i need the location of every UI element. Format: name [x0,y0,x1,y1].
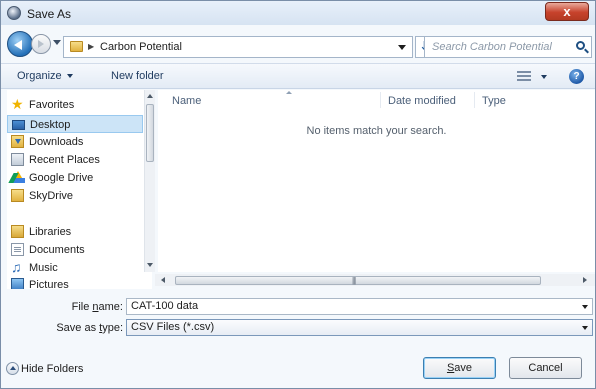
nav-item-label: Recent Places [29,154,100,166]
nav-item-skydrive[interactable]: SkyDrive [7,187,143,205]
chevron-up-icon [6,362,19,375]
view-options-caret-icon[interactable] [541,75,547,79]
close-button[interactable]: x [545,2,589,21]
star-icon: ★ [11,96,24,112]
libraries-icon [11,225,24,238]
navigation-pane: ★ Favorites Desktop Downloads Recent Pla… [7,90,152,289]
file-name-label: File name: [39,301,123,313]
file-name-field[interactable]: CAT-100 data [126,298,593,315]
folder-icon [70,41,83,52]
downloads-icon [11,135,24,148]
organize-label: Organize [17,70,62,82]
breadcrumb-separator-icon[interactable]: ▶ [88,42,94,51]
scrollbar-thumb[interactable] [146,104,154,162]
nav-item-label: Pictures [29,279,69,289]
address-dropdown-icon[interactable] [398,45,406,50]
save-label: ave [454,362,473,374]
nav-item-label: Desktop [30,119,71,131]
hide-folders-label: Hide Folders [21,363,84,375]
nav-favorites[interactable]: ★ Favorites [7,96,143,114]
nav-favorites-label: Favorites [29,99,75,111]
scroll-left-icon[interactable] [161,277,165,283]
forward-button[interactable] [31,34,51,54]
sort-ascending-icon [286,91,292,94]
nav-libraries[interactable]: Libraries [7,223,143,241]
nav-item-desktop[interactable]: Desktop [7,115,143,133]
nav-item-label: Documents [29,244,85,256]
grip-icon: ||| [352,276,356,285]
scroll-down-icon[interactable] [147,263,153,267]
address-bar[interactable]: ▶ Carbon Potential [63,36,413,58]
help-icon[interactable]: ? [569,69,584,84]
scrollbar-thumb[interactable]: ||| [175,276,541,285]
nav-item-google-drive[interactable]: Google Drive [7,169,143,187]
column-divider[interactable] [474,92,475,108]
save-type-label-part: Save as [56,322,100,334]
nav-item-music[interactable]: ♫ Music [7,259,143,277]
save-type-label: Save as type: [31,322,123,334]
window-title: Save As [27,7,72,21]
nav-item-label: SkyDrive [29,190,74,202]
desktop-icon [12,120,25,130]
cancel-button[interactable]: Cancel [509,357,582,379]
google-drive-icon [11,171,25,183]
organize-menu[interactable]: Organize [17,70,73,82]
save-type-dropdown-icon[interactable] [582,326,588,330]
search-input[interactable]: Search Carbon Potential [424,36,592,58]
save-type-value: CSV Files (*.csv) [131,321,215,333]
recent-places-icon [11,153,24,166]
organize-caret-icon [66,74,73,79]
save-type-label-part: ype: [102,322,123,334]
back-button[interactable] [7,31,33,57]
music-icon: ♫ [11,259,22,275]
save-button[interactable]: Save [423,357,496,379]
nav-item-label: Google Drive [29,172,94,184]
nav-item-label: Downloads [29,136,84,148]
title-bar: Save As x [1,1,595,25]
empty-message: No items match your search. [306,125,447,137]
scroll-up-icon[interactable] [147,94,153,98]
file-name-label-part: ame: [98,301,123,313]
column-header-name[interactable]: Name [172,95,201,107]
pictures-icon [11,278,24,289]
change-view-icon[interactable] [517,71,531,82]
column-header-type[interactable]: Type [482,95,506,107]
recent-locations-dropdown[interactable] [53,40,61,45]
nav-item-label: Music [29,262,58,274]
new-folder-button[interactable]: New folder [111,70,164,82]
nav-item-downloads[interactable]: Downloads [7,133,143,151]
nav-item-recent-places[interactable]: Recent Places [7,151,143,169]
nav-libraries-label: Libraries [29,226,72,238]
file-name-label-part: File [71,301,93,313]
file-list-horizontal-scrollbar[interactable]: ||| [155,274,595,286]
search-placeholder: Search Carbon Potential [432,41,552,53]
file-name-dropdown-icon[interactable] [582,305,588,309]
file-name-value[interactable]: CAT-100 data [131,300,198,312]
navigation-pane-scrollbar[interactable] [144,90,155,272]
address-row: ▶ Carbon Potential ⇵ Search Carbon Poten… [1,27,595,61]
nav-item-pictures[interactable]: Pictures [7,276,143,289]
search-icon[interactable] [576,41,585,50]
column-header-date-modified[interactable]: Date modified [388,95,456,107]
command-bar: Organize New folder ? [1,63,595,89]
hide-folders-button[interactable]: Hide Folders [6,362,84,375]
column-divider[interactable] [380,92,381,108]
file-list[interactable]: Name Date modified Type No items match y… [158,90,595,272]
breadcrumb[interactable]: Carbon Potential [100,41,182,53]
save-as-dialog: Save As x ▶ Carbon Potential ⇵ Search Ca… [0,0,596,389]
nav-item-documents[interactable]: Documents [7,241,143,259]
save-as-type-select[interactable]: CSV Files (*.csv) [126,319,593,336]
skydrive-icon [11,189,24,202]
scroll-right-icon[interactable] [583,277,587,283]
app-icon [7,6,21,20]
documents-icon [11,243,24,256]
